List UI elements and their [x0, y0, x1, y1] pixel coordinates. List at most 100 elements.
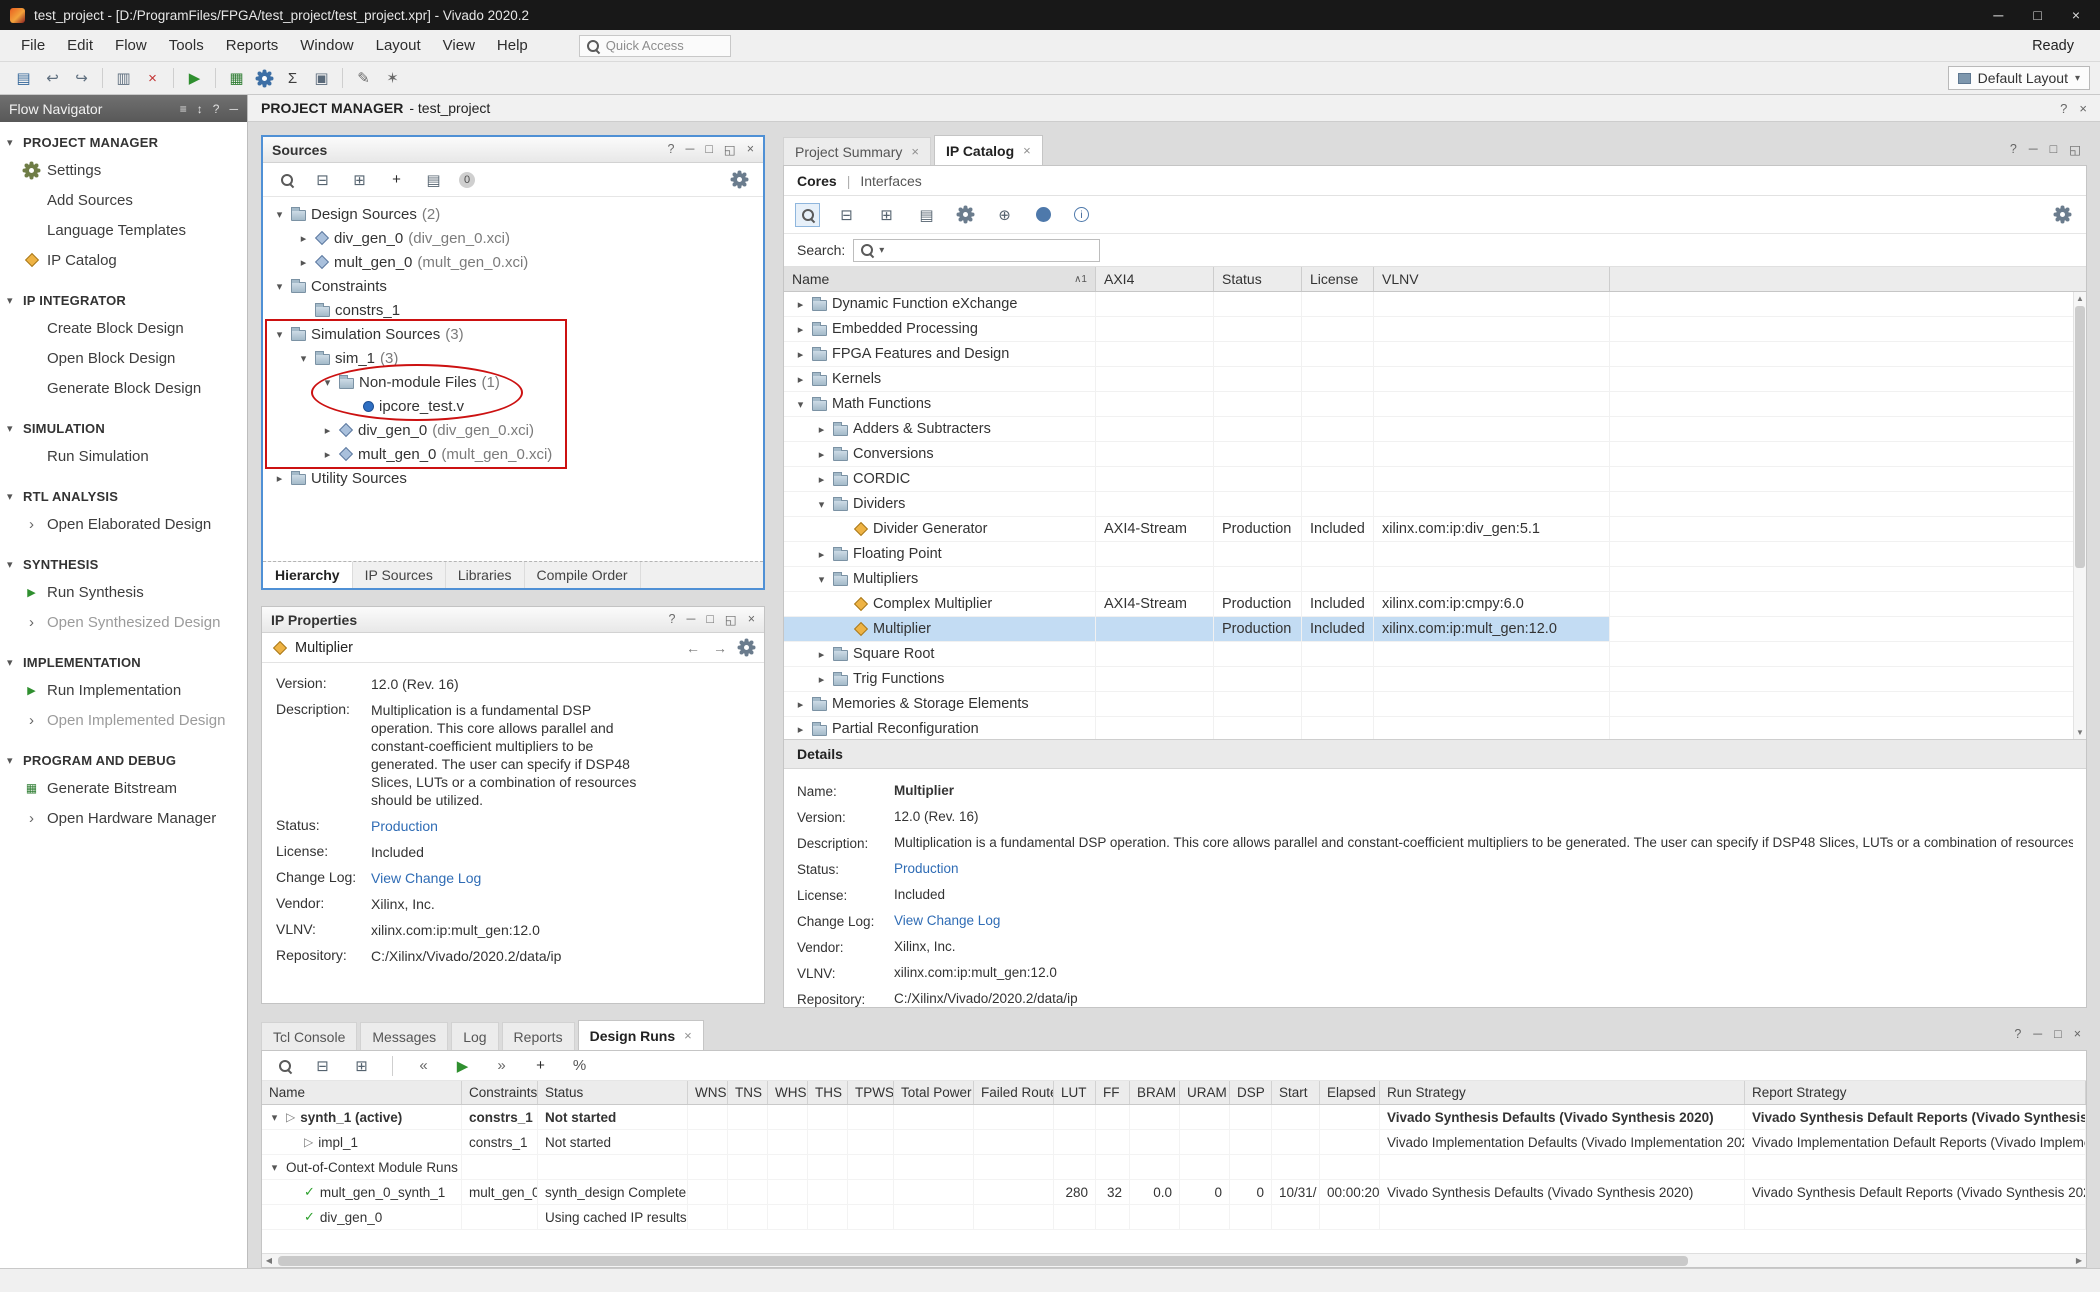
column-header-vlnv[interactable]: VLNV — [1374, 267, 1610, 291]
flow-item-open-block-design[interactable]: Open Block Design — [0, 343, 247, 373]
column-header-uram[interactable]: URAM — [1180, 1081, 1230, 1104]
menu-view[interactable]: View — [432, 32, 486, 59]
tree-item-div-gen-0[interactable]: ▸div_gen_0(div_gen_0.xci) — [263, 226, 763, 250]
flow-item-open-hardware-manager[interactable]: ›Open Hardware Manager — [0, 803, 247, 833]
column-header-wns[interactable]: WNS — [688, 1081, 728, 1104]
tree-item-mult-gen-0[interactable]: ▸mult_gen_0(mult_gen_0.xci) — [263, 250, 763, 274]
float-icon[interactable]: ◱ — [725, 612, 737, 627]
search-icon[interactable] — [274, 168, 299, 192]
flow-section-header-ip-integrator[interactable]: ▾IP INTEGRATOR — [0, 288, 247, 313]
report-icon[interactable]: ▤ — [420, 167, 447, 192]
flow-section-header-rtl-analysis[interactable]: ▾RTL ANALYSIS — [0, 484, 247, 509]
column-header-status[interactable]: Status — [1214, 267, 1302, 291]
sources-tab-compile-order[interactable]: Compile Order — [525, 562, 641, 588]
column-header-total-power[interactable]: Total Power — [894, 1081, 974, 1104]
copy-icon[interactable]: ▥ — [110, 66, 137, 91]
tree-item-ipcore-test-v[interactable]: ipcore_test.v — [263, 394, 763, 418]
run-icon[interactable]: ▶ — [181, 66, 208, 91]
flow-item-language-templates[interactable]: Language Templates — [0, 215, 247, 245]
flow-section-header-implementation[interactable]: ▾IMPLEMENTATION — [0, 650, 247, 675]
web-icon[interactable] — [1031, 203, 1056, 227]
chevron-down-icon[interactable]: ▾ — [273, 280, 286, 293]
maximize-icon[interactable]: □ — [706, 612, 714, 627]
search-icon[interactable] — [795, 203, 820, 227]
flow-item-run-implementation[interactable]: ▶Run Implementation — [0, 675, 247, 705]
scroll-left-icon[interactable]: ◀ — [262, 1254, 276, 1267]
wand-icon[interactable]: ✶ — [379, 66, 406, 91]
back-icon[interactable]: ← — [686, 640, 700, 656]
expand-all-icon[interactable]: ⊞ — [873, 202, 900, 227]
fast-forward-icon[interactable]: » — [488, 1053, 515, 1078]
search-box[interactable]: ▾ — [853, 239, 1100, 262]
tree-item-mult-gen-0[interactable]: ▸mult_gen_0(mult_gen_0.xci) — [263, 442, 763, 466]
chevron-right-icon[interactable]: ▸ — [321, 448, 334, 461]
menu-reports[interactable]: Reports — [215, 32, 290, 59]
run-row-div-gen-0[interactable]: ✓div_gen_0Using cached IP results — [262, 1205, 2086, 1230]
wrench-icon[interactable] — [953, 203, 978, 227]
hierarchy-icon[interactable]: ▤ — [913, 202, 940, 227]
catalog-row-math-functions[interactable]: ▾Math Functions — [784, 392, 2086, 417]
close-tab-icon[interactable]: × — [911, 144, 919, 159]
sources-tab-ip-sources[interactable]: IP Sources — [353, 562, 446, 588]
menu-help[interactable]: Help — [486, 32, 539, 59]
expand-all-icon[interactable]: ⊞ — [346, 167, 373, 192]
expand-collapse-icon[interactable]: ↕ — [197, 102, 203, 116]
chevron-right-icon[interactable]: ▸ — [273, 472, 286, 485]
chevron-right-icon[interactable]: ▸ — [815, 548, 828, 561]
catalog-row-adders-subtracters[interactable]: ▸Adders & Subtracters — [784, 417, 2086, 442]
chevron-down-icon[interactable]: ▾ — [815, 498, 828, 511]
collapse-all-icon[interactable]: ⊟ — [309, 167, 336, 192]
column-header-lut[interactable]: LUT — [1054, 1081, 1096, 1104]
minimize-icon[interactable]: ─ — [229, 102, 238, 116]
column-header-tpws[interactable]: TPWS — [848, 1081, 894, 1104]
close-icon[interactable]: × — [748, 612, 755, 627]
subtab-interfaces[interactable]: Interfaces — [860, 173, 921, 189]
run-row-synth-1-active[interactable]: ▾▷synth_1 (active)constrs_1Not startedVi… — [262, 1105, 2086, 1130]
column-header-failed-routes[interactable]: Failed Routes — [974, 1081, 1054, 1104]
flow-item-add-sources[interactable]: Add Sources — [0, 185, 247, 215]
column-header-ff[interactable]: FF — [1096, 1081, 1130, 1104]
add-icon[interactable]: + — [527, 1053, 554, 1078]
tree-item-div-gen-0[interactable]: ▸div_gen_0(div_gen_0.xci) — [263, 418, 763, 442]
redo-icon[interactable]: ↪ — [68, 66, 95, 91]
run-icon[interactable]: ▶ — [449, 1053, 476, 1078]
close-tab-icon[interactable]: × — [684, 1028, 692, 1043]
expand-all-icon[interactable]: ⊞ — [348, 1053, 375, 1078]
flow-item-open-synthesized-design[interactable]: ›Open Synthesized Design — [0, 607, 247, 637]
link-icon[interactable]: ⊕ — [991, 202, 1018, 227]
run-row-impl-1[interactable]: ▷impl_1constrs_1Not startedVivado Implem… — [262, 1130, 2086, 1155]
chevron-down-icon[interactable]: ▾ — [321, 376, 334, 389]
flow-item-generate-bitstream[interactable]: ▦Generate Bitstream — [0, 773, 247, 803]
collapse-all-icon[interactable]: ⊟ — [309, 1053, 336, 1078]
minimize-icon[interactable]: ─ — [2033, 1027, 2042, 1041]
minimize-icon[interactable]: ─ — [2029, 142, 2038, 157]
subtab-cores[interactable]: Cores — [797, 173, 837, 189]
chevron-right-icon[interactable]: ▸ — [794, 723, 807, 736]
catalog-row-embedded-processing[interactable]: ▸Embedded Processing — [784, 317, 2086, 342]
scrollbar-thumb[interactable] — [2075, 306, 2085, 568]
close-icon[interactable]: × — [2074, 1027, 2081, 1041]
chevron-down-icon[interactable]: ▾ — [794, 398, 807, 411]
column-header-ths[interactable]: THS — [808, 1081, 848, 1104]
field-value[interactable]: View Change Log — [371, 869, 481, 887]
chevron-right-icon[interactable]: ▸ — [794, 348, 807, 361]
maximize-icon[interactable]: □ — [2054, 1027, 2062, 1041]
tree-item-design-sources[interactable]: ▾Design Sources(2) — [263, 202, 763, 226]
scroll-right-icon[interactable]: ▶ — [2072, 1254, 2086, 1267]
chevron-right-icon[interactable]: ▸ — [297, 256, 310, 269]
help-icon[interactable]: ? — [213, 102, 220, 116]
tree-item-constraints[interactable]: ▾Constraints — [263, 274, 763, 298]
column-header-tns[interactable]: TNS — [728, 1081, 768, 1104]
column-header-license[interactable]: License — [1302, 267, 1374, 291]
flow-section-header-synthesis[interactable]: ▾SYNTHESIS — [0, 552, 247, 577]
chevron-right-icon[interactable]: ▸ — [794, 373, 807, 386]
close-tab-icon[interactable]: × — [1023, 143, 1031, 158]
vertical-scrollbar[interactable]: ▲ ▼ — [2073, 292, 2086, 739]
quick-access-search[interactable]: Quick Access — [579, 35, 731, 57]
column-header-status[interactable]: Status — [538, 1081, 688, 1104]
catalog-row-dynamic-function-exchange[interactable]: ▸Dynamic Function eXchange — [784, 292, 2086, 317]
column-header-axi4[interactable]: AXI4 — [1096, 267, 1214, 291]
tree-item-simulation-sources[interactable]: ▾Simulation Sources(3) — [263, 322, 763, 346]
catalog-row-partial-reconfiguration[interactable]: ▸Partial Reconfiguration — [784, 717, 2086, 739]
layout-selector[interactable]: Default Layout ▾ — [1948, 66, 2090, 90]
